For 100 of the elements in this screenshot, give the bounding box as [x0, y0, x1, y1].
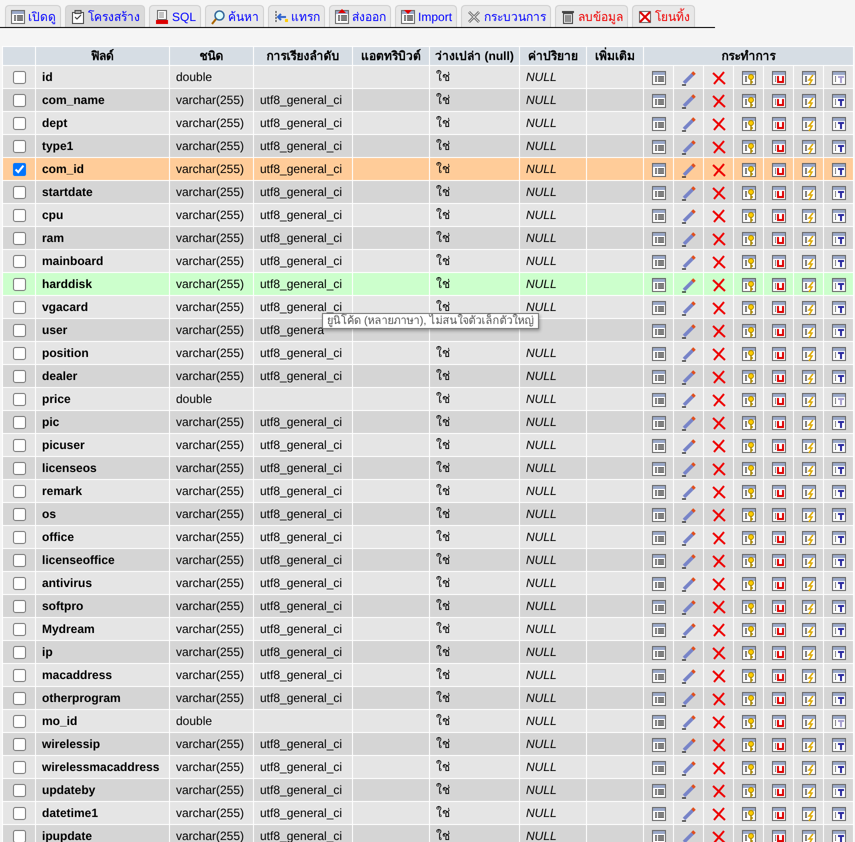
- table-u-icon[interactable]: [770, 782, 786, 799]
- table-t-icon[interactable]: [830, 460, 847, 477]
- table-icon[interactable]: [650, 828, 666, 842]
- table-row[interactable]: antivirus varchar(255) utf8_general_ci ใช่ NULL: [2, 572, 854, 594]
- table-key-icon[interactable]: [740, 690, 756, 707]
- table-bolt-icon[interactable]: [800, 368, 816, 385]
- table-row[interactable]: dept varchar(255) utf8_general_ci ใช่ NULL: [2, 112, 854, 134]
- table-icon[interactable]: [650, 530, 666, 546]
- cross-icon[interactable]: [710, 392, 726, 408]
- cross-icon[interactable]: [710, 346, 726, 362]
- table-t-icon[interactable]: [830, 552, 847, 569]
- table-t-icon[interactable]: [830, 828, 847, 842]
- table-u-icon[interactable]: [770, 552, 786, 569]
- table-key-icon[interactable]: [740, 806, 756, 822]
- table-icon[interactable]: [650, 690, 666, 707]
- table-icon[interactable]: [650, 484, 666, 500]
- pencil-icon[interactable]: [680, 782, 696, 799]
- table-key-icon[interactable]: [740, 828, 756, 842]
- table-row[interactable]: cpu varchar(255) utf8_general_ci ใช่ NULL: [2, 204, 854, 226]
- cross-icon[interactable]: [710, 460, 726, 477]
- table-u-icon[interactable]: [770, 460, 786, 477]
- table-icon[interactable]: [650, 346, 666, 362]
- table-bolt-icon[interactable]: [800, 598, 816, 615]
- cross-icon[interactable]: [710, 92, 726, 109]
- table-row[interactable]: com_id varchar(255) utf8_general_ci ใช่ NULL: [2, 158, 854, 180]
- cross-icon[interactable]: [710, 760, 726, 776]
- table-t-icon[interactable]: [830, 138, 847, 155]
- table-t-icon[interactable]: [830, 668, 847, 684]
- cross-icon[interactable]: [710, 184, 726, 201]
- row-checkbox[interactable]: [12, 347, 26, 360]
- tab[interactable]: ลบข้อมูล: [555, 5, 628, 27]
- table-icon[interactable]: [650, 644, 666, 661]
- table-row[interactable]: picuser varchar(255) utf8_general_ci ใช่ NULL: [2, 434, 854, 456]
- pencil-icon[interactable]: [680, 414, 696, 431]
- table-t-icon[interactable]: [830, 322, 847, 339]
- row-checkbox[interactable]: [12, 117, 26, 130]
- table-t-icon[interactable]: [830, 70, 847, 86]
- table-bolt-icon[interactable]: [800, 552, 816, 569]
- table-key-icon[interactable]: [740, 598, 756, 615]
- row-checkbox[interactable]: [12, 600, 26, 614]
- table-u-icon[interactable]: [770, 506, 786, 523]
- pencil-icon[interactable]: [680, 300, 696, 316]
- pencil-icon[interactable]: [680, 276, 696, 293]
- cross-icon[interactable]: [710, 276, 726, 293]
- row-checkbox[interactable]: [12, 692, 26, 706]
- row-checkbox[interactable]: [12, 646, 26, 660]
- pencil-icon[interactable]: [680, 576, 696, 592]
- table-icon[interactable]: [650, 208, 666, 224]
- cross-icon[interactable]: [710, 622, 726, 638]
- table-bolt-icon[interactable]: [800, 622, 816, 638]
- cross-icon[interactable]: [710, 782, 726, 799]
- table-icon[interactable]: [650, 760, 666, 776]
- table-key-icon[interactable]: [740, 552, 756, 569]
- pencil-icon[interactable]: [680, 230, 696, 247]
- row-checkbox[interactable]: [12, 416, 26, 430]
- table-row[interactable]: ip varchar(255) utf8_general_ci ใช่ NULL: [2, 640, 854, 664]
- row-checkbox[interactable]: [12, 761, 26, 774]
- table-bolt-icon[interactable]: [800, 690, 816, 707]
- table-key-icon[interactable]: [740, 530, 756, 546]
- table-u-icon[interactable]: [770, 414, 786, 431]
- table-row[interactable]: updateby varchar(255) utf8_general_ci ใช่ NULL: [2, 778, 854, 802]
- table-key-icon[interactable]: [740, 300, 756, 316]
- table-bolt-icon[interactable]: [800, 322, 816, 339]
- cross-icon[interactable]: [710, 598, 726, 615]
- cross-icon[interactable]: [710, 208, 726, 224]
- table-t-icon[interactable]: [830, 714, 847, 730]
- cross-icon[interactable]: [710, 414, 726, 431]
- table-key-icon[interactable]: [740, 162, 756, 178]
- row-checkbox[interactable]: [12, 669, 26, 682]
- table-t-icon[interactable]: [830, 254, 847, 270]
- table-bolt-icon[interactable]: [800, 760, 816, 776]
- table-row[interactable]: macaddress varchar(255) utf8_general_ci ใช่ NULL: [2, 664, 854, 686]
- table-row[interactable]: ram varchar(255) utf8_general_ci ใช่ NULL: [2, 226, 854, 250]
- table-bolt-icon[interactable]: [800, 70, 816, 86]
- row-checkbox[interactable]: [12, 715, 26, 728]
- row-checkbox[interactable]: [12, 393, 26, 406]
- table-key-icon[interactable]: [740, 576, 756, 592]
- table-u-icon[interactable]: [770, 254, 786, 270]
- table-key-icon[interactable]: [740, 254, 756, 270]
- pencil-icon[interactable]: [680, 622, 696, 638]
- cross-icon[interactable]: [710, 438, 726, 454]
- table-u-icon[interactable]: [770, 392, 786, 408]
- table-key-icon[interactable]: [740, 736, 756, 753]
- table-icon[interactable]: [650, 736, 666, 753]
- table-row[interactable]: datetime1 varchar(255) utf8_general_ci ใช่ NULL: [2, 802, 854, 824]
- table-icon[interactable]: [650, 92, 666, 109]
- table-u-icon[interactable]: [770, 760, 786, 776]
- pencil-icon[interactable]: [680, 506, 696, 523]
- table-bolt-icon[interactable]: [800, 254, 816, 270]
- table-t-icon[interactable]: [830, 346, 847, 362]
- cross-icon[interactable]: [710, 576, 726, 592]
- table-key-icon[interactable]: [740, 622, 756, 638]
- table-t-icon[interactable]: [830, 760, 847, 776]
- table-icon[interactable]: [650, 70, 666, 86]
- table-bolt-icon[interactable]: [800, 346, 816, 362]
- table-key-icon[interactable]: [740, 184, 756, 201]
- cross-icon[interactable]: [710, 70, 726, 86]
- table-bolt-icon[interactable]: [800, 644, 816, 661]
- table-t-icon[interactable]: [830, 230, 847, 247]
- row-checkbox[interactable]: [12, 209, 26, 222]
